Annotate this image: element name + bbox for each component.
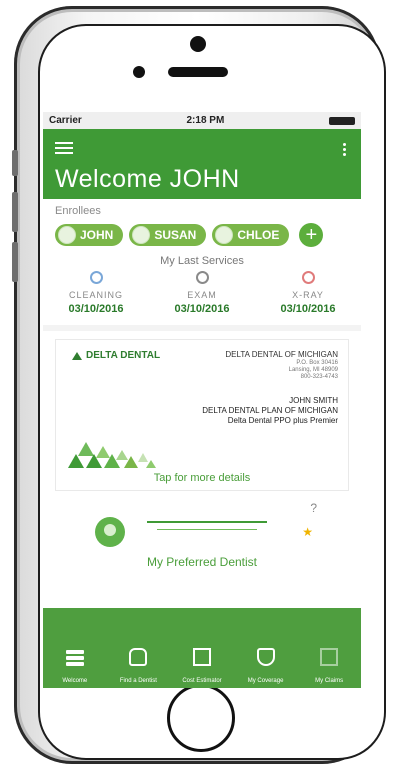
enrollee-john[interactable]: JOHN: [55, 224, 124, 246]
service-date: 03/10/2016: [68, 303, 124, 315]
nav-label: My Coverage: [247, 678, 284, 684]
overflow-menu-icon[interactable]: [343, 141, 347, 158]
enrollee-name: SUSAN: [154, 228, 197, 242]
plan-name: DELTA DENTAL PLAN OF MICHIGAN: [202, 406, 338, 415]
id-card[interactable]: DELTA DENTAL DELTA DENTAL OF MICHIGAN P.…: [55, 339, 349, 491]
services-list: CLEANING 03/10/2016 EXAM 03/10/2016 X-RA…: [43, 271, 361, 315]
front-camera: [190, 36, 206, 52]
service-date: 03/10/2016: [280, 303, 336, 315]
calculator-icon: [192, 648, 211, 666]
avatar-icon: [215, 226, 234, 244]
logo-text: DELTA DENTAL: [86, 350, 161, 361]
service-date: 03/10/2016: [174, 303, 230, 315]
avatar-icon: [132, 226, 151, 244]
service-cleaning[interactable]: CLEANING 03/10/2016: [51, 271, 141, 315]
clock: 2:18 PM: [186, 115, 225, 126]
enrollee-chloe[interactable]: CHLOE: [212, 224, 290, 246]
nav-label: My Claims: [315, 678, 344, 684]
member-info: JOHN SMITH DELTA DENTAL PLAN OF MICHIGAN…: [202, 396, 338, 426]
plan-product: Delta Dental PPO plus Premier: [227, 416, 338, 425]
avatar-icon: [58, 226, 76, 244]
claims-icon: [320, 648, 339, 666]
battery-icon: [328, 116, 355, 125]
home-button[interactable]: [167, 684, 235, 752]
dentist-avatar-icon: [95, 517, 125, 547]
service-name: EXAM: [187, 290, 217, 300]
page-title: Welcome JOHN: [55, 165, 240, 193]
tooth-icon: [129, 648, 148, 666]
enrollee-name: CHLOE: [237, 228, 280, 242]
status-bar: Carrier 2:18 PM: [43, 112, 361, 129]
proximity-sensor: [133, 66, 145, 78]
volume-down-button: [12, 242, 18, 282]
enrollees-label: Enrollees: [55, 205, 101, 217]
nav-label: Welcome: [62, 678, 88, 684]
carrier-label: Carrier: [49, 115, 82, 126]
shield-tooth-icon: [256, 648, 275, 666]
delta-triangle-icon: [72, 351, 82, 360]
status-dot-icon: [301, 271, 315, 284]
triangle-pattern: [68, 442, 156, 468]
earpiece-speaker: [168, 67, 228, 77]
nav-label: Find a Dentist: [119, 678, 157, 684]
service-exam[interactable]: EXAM 03/10/2016: [157, 271, 247, 315]
status-dot-icon: [89, 271, 103, 284]
service-name: X-RAY: [292, 290, 324, 300]
app-screen: Carrier 2:18 PM Welcome JOHN Enrollees J…: [43, 112, 361, 688]
nav-find-dentist[interactable]: Find a Dentist: [108, 648, 168, 684]
favorite-star-icon[interactable]: ★: [302, 525, 313, 539]
insurer-address: DELTA DENTAL OF MICHIGAN P.O. Box 30416 …: [225, 350, 338, 381]
mute-switch: [12, 150, 18, 176]
insurer-name: DELTA DENTAL OF MICHIGAN: [225, 350, 338, 359]
enrollee-list: JOHN SUSAN CHLOE +: [43, 217, 361, 247]
address-line-2: Lansing, MI 48909: [288, 367, 338, 373]
status-dot-icon: [195, 271, 209, 284]
service-xray[interactable]: X-RAY 03/10/2016: [263, 271, 353, 315]
nav-welcome[interactable]: Welcome: [45, 648, 105, 684]
section-divider: [43, 325, 361, 331]
preferred-dentist-card[interactable]: ? ★ My Preferred Dentist: [43, 491, 361, 581]
service-name: CLEANING: [68, 290, 123, 300]
add-enrollee-button[interactable]: +: [299, 223, 324, 247]
enrollee-susan[interactable]: SUSAN: [129, 224, 207, 246]
help-icon[interactable]: ?: [310, 501, 317, 515]
enrollee-name: JOHN: [80, 228, 114, 242]
preferred-dentist-label: My Preferred Dentist: [146, 555, 258, 569]
bottom-navigation: Welcome Find a Dentist Cost Estimator My…: [43, 608, 361, 688]
insurer-phone: 800-323-4743: [300, 374, 338, 380]
volume-up-button: [12, 192, 18, 232]
member-name: JOHN SMITH: [289, 396, 338, 405]
nav-cost-estimator[interactable]: Cost Estimator: [172, 648, 232, 684]
hamburger-menu-icon[interactable]: [55, 139, 73, 157]
dentist-name-placeholder: [147, 521, 267, 523]
nav-my-claims[interactable]: My Claims: [299, 648, 359, 684]
address-line-1: P.O. Box 30416: [296, 360, 338, 366]
delta-dental-logo: DELTA DENTAL: [72, 350, 160, 361]
last-services-title: My Last Services: [160, 255, 244, 267]
tap-for-details-link[interactable]: Tap for more details: [56, 472, 348, 484]
nav-label: Cost Estimator: [182, 678, 222, 684]
dentist-address-placeholder: [157, 529, 257, 530]
nav-my-coverage[interactable]: My Coverage: [236, 648, 296, 684]
menu-icon: [65, 648, 84, 666]
app-header: Welcome JOHN: [43, 129, 361, 199]
